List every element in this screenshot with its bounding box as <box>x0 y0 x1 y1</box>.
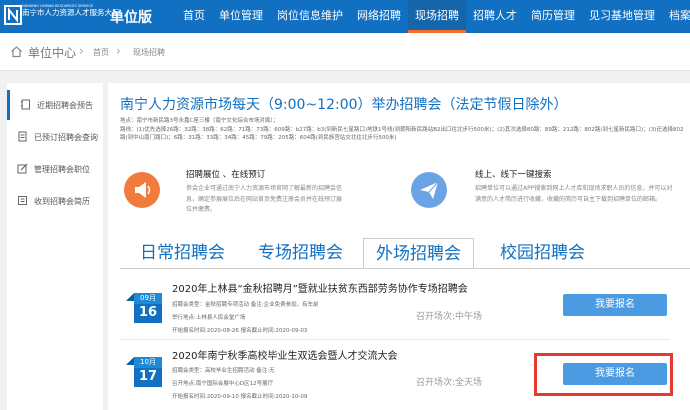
unit-version-label: 单位版 <box>110 10 152 26</box>
badge-corner <box>126 357 134 365</box>
logo-text-cn: 南宁市人力资源人才服务大厅 <box>22 8 120 17</box>
main-nav: 首页 单位管理 岗位信息维护 网络招聘 现场招聘 招聘人才 简历管理 见习基地管… <box>176 0 690 33</box>
tab-daily-fairs[interactable]: 日常招聘会 <box>140 238 225 269</box>
page-headline: 南宁人力资源市场每天（9:00~12:00）举办招聘会（法定节假日除外） <box>120 97 568 113</box>
fair-type: 招聘会类型：高校毕业生招聘活动 备注:无 <box>172 368 275 374</box>
breadcrumb-item-home[interactable]: 首页 <box>93 47 109 58</box>
nav-item-onsite-recruit[interactable]: 现场招聘 <box>408 0 466 33</box>
breadcrumb-item-current: 现场招聘 <box>133 48 165 57</box>
fair-place: 举行地点:上林县人民会堂广场 <box>172 315 246 321</box>
breadcrumb: 单位中心 › 首页 › 现场招聘 <box>0 33 690 71</box>
nav-item-resume-management[interactable]: 简历管理 <box>524 0 582 33</box>
fair-place: 召开地点:南宁国际会展中心D区12号展厅 <box>172 381 274 387</box>
sidebar-item-label: 管理招聘会职位 <box>34 165 90 174</box>
nav-item-intern-base[interactable]: 见习基地管理 <box>582 0 662 33</box>
fair-dates: 开始报名时间:2020-09-10 报名截止时间:2020-10-09 <box>172 394 308 400</box>
fair-dates: 开始报名时间:2020-08-26 报名截止时间:2020-09-03 <box>172 328 308 334</box>
breadcrumb-separator: › <box>79 44 84 58</box>
nav-item-recruit-talent[interactable]: 招聘人才 <box>466 0 524 33</box>
sidebar-item-label: 近期招聘会预告 <box>37 101 93 110</box>
date-badge: 09月 16 <box>126 293 162 323</box>
sidebar-item-received-resumes[interactable]: 收到招聘会简历 <box>7 186 103 216</box>
highlight-box <box>534 353 673 396</box>
tab-special-fairs[interactable]: 专场招聘会 <box>258 238 343 269</box>
top-navigation-bar: NANNING HUMAN RESOURCES SERVICE 南宁市人力资源人… <box>0 0 690 33</box>
sidebar: 近期招聘会预告 已预订招聘会查询 管理招聘会职位 收到招聘会简历 <box>7 83 103 410</box>
breadcrumb-title: 单位中心 <box>28 46 77 60</box>
date-day: 16 <box>138 305 158 320</box>
address-block: 地点：南宁市新民路3号永嘉C座三楼（南宁文化综合市场对面）； 路线：(1)优先选… <box>120 117 685 143</box>
fair-title[interactable]: 2020年上林县“金秋招聘月”暨就业扶贫东西部劳务协作专场招聘会 <box>172 280 468 295</box>
sidebar-item-booked-fairs[interactable]: 已预订招聘会查询 <box>7 122 103 152</box>
feature-title-booking: 招聘展位 、在线预订 <box>186 170 266 180</box>
feature-desc-search: 招聘单位可以通过APP搜索到网上人才库和现场求职人员的信息，并可以对满意的人才简… <box>475 185 673 203</box>
sidebar-item-label: 收到招聘会简历 <box>34 197 90 206</box>
row-divider <box>120 339 670 340</box>
breadcrumb-separator: › <box>116 44 121 58</box>
date-month: 10月 <box>134 357 162 368</box>
address-text: 地点：南宁市新民路3号永嘉C座三楼（南宁文化综合市场对面）； <box>120 118 279 124</box>
paper-plane-icon <box>411 172 447 208</box>
fair-session-status: 召开场次:中午场 <box>416 312 483 322</box>
main-content: 南宁人力资源市场每天（9:00~12:00）举办招聘会（法定节假日除外） 地点：… <box>108 83 690 410</box>
nav-item-online-recruit[interactable]: 网络招聘 <box>350 0 408 33</box>
fair-session-status: 召开场次:全天场 <box>416 378 483 388</box>
sidebar-item-manage-positions[interactable]: 管理招聘会职位 <box>7 154 103 184</box>
nav-item-home[interactable]: 首页 <box>176 0 212 33</box>
sidebar-item-upcoming-fairs[interactable]: 近期招聘会预告 <box>7 90 103 120</box>
tab-campus-fairs[interactable]: 校园招聘会 <box>500 238 585 269</box>
nav-item-job-info[interactable]: 岗位信息维护 <box>270 0 350 33</box>
badge-corner <box>126 293 134 301</box>
nav-item-unit-management[interactable]: 单位管理 <box>212 0 270 33</box>
tab-outdoor-fairs[interactable]: 外场招聘会 <box>363 238 474 269</box>
feature-desc-booking: 参会企业可通过南宁人力资源市场官网了解最新的招聘会信息，确定参展展位后在网站首页… <box>186 185 343 213</box>
date-month: 09月 <box>134 293 162 304</box>
notebook-icon <box>21 99 30 110</box>
megaphone-icon <box>124 172 160 208</box>
feature-title-search: 线上、线下一键搜索 <box>475 170 552 180</box>
date-day: 17 <box>138 369 158 384</box>
signup-button[interactable]: 我要报名 <box>563 294 667 316</box>
document-icon <box>18 131 27 142</box>
date-badge: 10月 17 <box>126 357 162 387</box>
fair-type: 招聘会类型：金秋招聘专项活动 备注:企业免费参加，有车前 <box>172 302 319 308</box>
fair-title[interactable]: 2020年南宁秋季高校毕业生双选会暨人才交流大会 <box>172 347 397 362</box>
logo-text: NANNING HUMAN RESOURCES SERVICE 南宁市人力资源人… <box>22 4 120 17</box>
tab-divider <box>120 268 690 269</box>
edit-icon <box>17 163 28 174</box>
nav-item-archive-service[interactable]: 档案服务 <box>662 0 690 33</box>
routes-text: 路线：(1)优先选择26路：32路：38路：62路：71路：73路：609路：b… <box>120 126 684 142</box>
home-icon <box>11 46 22 58</box>
sidebar-item-label: 已预订招聘会查询 <box>34 133 98 142</box>
logo-icon <box>4 5 22 25</box>
list-icon <box>18 196 27 205</box>
